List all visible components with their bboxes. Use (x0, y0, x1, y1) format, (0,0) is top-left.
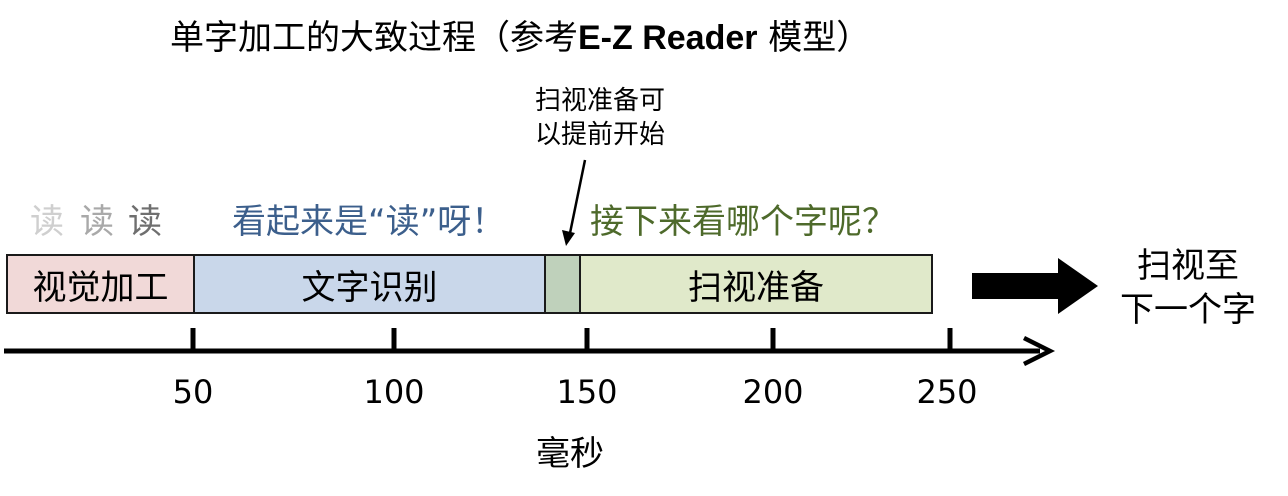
note-pointer-arrowhead (562, 230, 575, 246)
axis-label: 毫秒 (536, 434, 604, 474)
next-char-arrow (972, 258, 1098, 314)
tick-label-100: 100 (363, 373, 425, 411)
timeline-graphics (4, 159, 1098, 367)
next-char-line-1: 扫视至 (1137, 246, 1239, 286)
tick-label-150: 150 (556, 373, 618, 411)
tick-label-50: 50 (172, 373, 214, 411)
tick-label-200: 200 (742, 373, 804, 411)
next-char-label: 扫视至 下一个字 (1108, 244, 1268, 332)
next-char-line-2: 下一个字 (1120, 290, 1256, 330)
tick-label-250: 250 (916, 373, 978, 411)
note-pointer-line (567, 159, 587, 239)
